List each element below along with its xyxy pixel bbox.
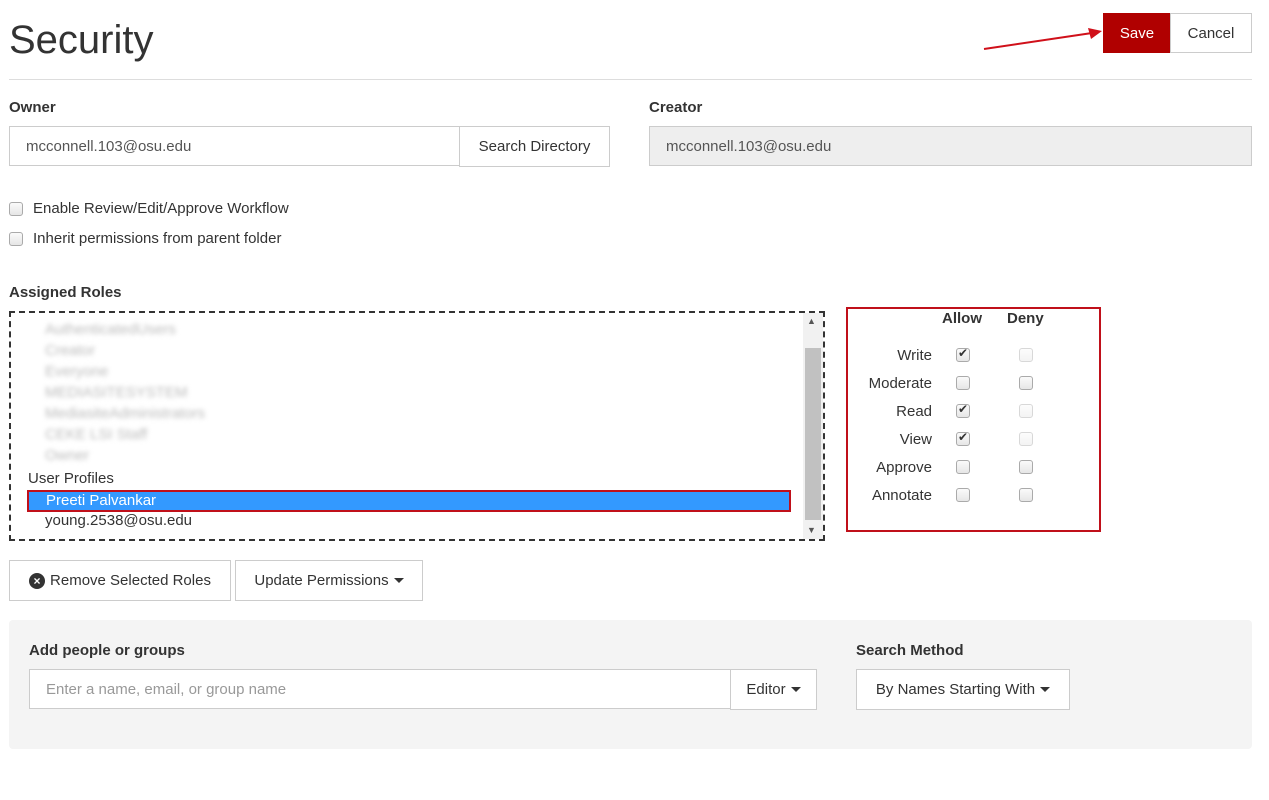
assigned-roles-label: Assigned Roles bbox=[9, 284, 122, 301]
caret-down-icon bbox=[1040, 687, 1051, 692]
write-allow-checkbox[interactable] bbox=[956, 346, 970, 362]
approve-deny-checkbox[interactable] bbox=[1019, 460, 1033, 474]
update-permissions-dropdown[interactable]: Update Permissions bbox=[235, 560, 423, 601]
scroll-up-icon[interactable]: ▲ bbox=[807, 316, 816, 326]
moderate-deny-checkbox[interactable] bbox=[1019, 376, 1033, 390]
view-allow-checkbox[interactable] bbox=[956, 430, 970, 446]
role-item[interactable]: Everyone bbox=[45, 363, 108, 380]
roles-scrollbar[interactable]: ▲ ▼ bbox=[803, 313, 823, 539]
role-item[interactable]: CEKE LSI Staff bbox=[45, 426, 147, 443]
read-deny-checkbox bbox=[1019, 404, 1033, 418]
update-permissions-label: Update Permissions bbox=[254, 572, 389, 589]
scroll-down-icon[interactable]: ▼ bbox=[807, 525, 816, 535]
creator-field: mcconnell.103@osu.edu bbox=[649, 126, 1252, 166]
role-select-dropdown[interactable]: Editor bbox=[730, 669, 817, 710]
creator-label: Creator bbox=[649, 99, 703, 116]
owner-input[interactable]: mcconnell.103@osu.edu bbox=[9, 126, 460, 166]
user-profiles-group-header: User Profiles bbox=[28, 470, 114, 487]
annotate-deny-checkbox[interactable] bbox=[1019, 488, 1033, 502]
approve-allow-checkbox[interactable] bbox=[956, 460, 970, 474]
deny-column-header: Deny bbox=[1007, 310, 1044, 327]
remove-selected-roles-label: Remove Selected Roles bbox=[50, 572, 211, 589]
caret-down-icon bbox=[393, 578, 404, 583]
read-allow-checkbox[interactable] bbox=[956, 402, 970, 418]
inherit-permissions-option[interactable]: Inherit permissions from parent folder bbox=[9, 230, 281, 247]
assigned-roles-list[interactable]: AuthenticatedUsers Creator Everyone MEDI… bbox=[9, 311, 825, 541]
caret-down-icon bbox=[790, 687, 801, 692]
search-directory-button[interactable]: Search Directory bbox=[459, 126, 610, 167]
permission-label-read: Read bbox=[896, 403, 932, 420]
role-item[interactable]: Owner bbox=[45, 447, 89, 464]
search-method-label: Search Method bbox=[856, 642, 964, 659]
permission-label-annotate: Annotate bbox=[871, 487, 932, 504]
permission-label-view: View bbox=[899, 431, 932, 448]
role-item[interactable]: MEDIASITESYSTEM bbox=[45, 384, 188, 401]
remove-selected-roles-button[interactable]: × Remove Selected Roles bbox=[9, 560, 231, 601]
permission-label-write: Write bbox=[897, 347, 932, 364]
allow-column-header: Allow bbox=[942, 310, 982, 327]
save-button[interactable]: Save bbox=[1103, 13, 1171, 53]
enable-workflow-option[interactable]: Enable Review/Edit/Approve Workflow bbox=[9, 200, 289, 217]
permission-label-moderate: Moderate bbox=[868, 375, 932, 392]
page-title: Security bbox=[9, 18, 154, 62]
cancel-button[interactable]: Cancel bbox=[1170, 13, 1252, 53]
role-item[interactable]: MediasiteAdministrators bbox=[45, 405, 205, 422]
search-method-value: By Names Starting With bbox=[875, 681, 1036, 698]
role-item[interactable]: Creator bbox=[45, 342, 95, 359]
write-deny-checkbox bbox=[1019, 348, 1033, 362]
owner-label: Owner bbox=[9, 99, 56, 116]
enable-workflow-checkbox[interactable] bbox=[9, 201, 23, 216]
view-deny-checkbox bbox=[1019, 432, 1033, 446]
role-item-selected[interactable]: Preeti Palvankar bbox=[27, 490, 791, 512]
inherit-permissions-label: Inherit permissions from parent folder bbox=[33, 230, 282, 247]
role-item[interactable]: young.2538@osu.edu bbox=[45, 512, 192, 529]
inherit-permissions-checkbox[interactable] bbox=[9, 231, 23, 246]
remove-circle-icon: × bbox=[29, 572, 46, 589]
enable-workflow-label: Enable Review/Edit/Approve Workflow bbox=[33, 200, 289, 217]
role-select-value: Editor bbox=[746, 681, 786, 698]
add-people-input[interactable]: Enter a name, email, or group name bbox=[29, 669, 731, 709]
permissions-panel: Allow Deny Write Moderate Read View Appr… bbox=[846, 307, 1101, 532]
role-item[interactable]: AuthenticatedUsers bbox=[45, 321, 176, 338]
scrollbar-thumb[interactable] bbox=[805, 348, 821, 520]
permission-label-approve: Approve bbox=[876, 459, 932, 476]
annotate-allow-checkbox[interactable] bbox=[956, 488, 970, 502]
search-method-dropdown[interactable]: By Names Starting With bbox=[856, 669, 1070, 710]
add-people-label: Add people or groups bbox=[29, 642, 185, 659]
annotation-arrow-icon bbox=[983, 28, 1102, 50]
moderate-allow-checkbox[interactable] bbox=[956, 376, 970, 390]
header-divider bbox=[9, 79, 1252, 80]
